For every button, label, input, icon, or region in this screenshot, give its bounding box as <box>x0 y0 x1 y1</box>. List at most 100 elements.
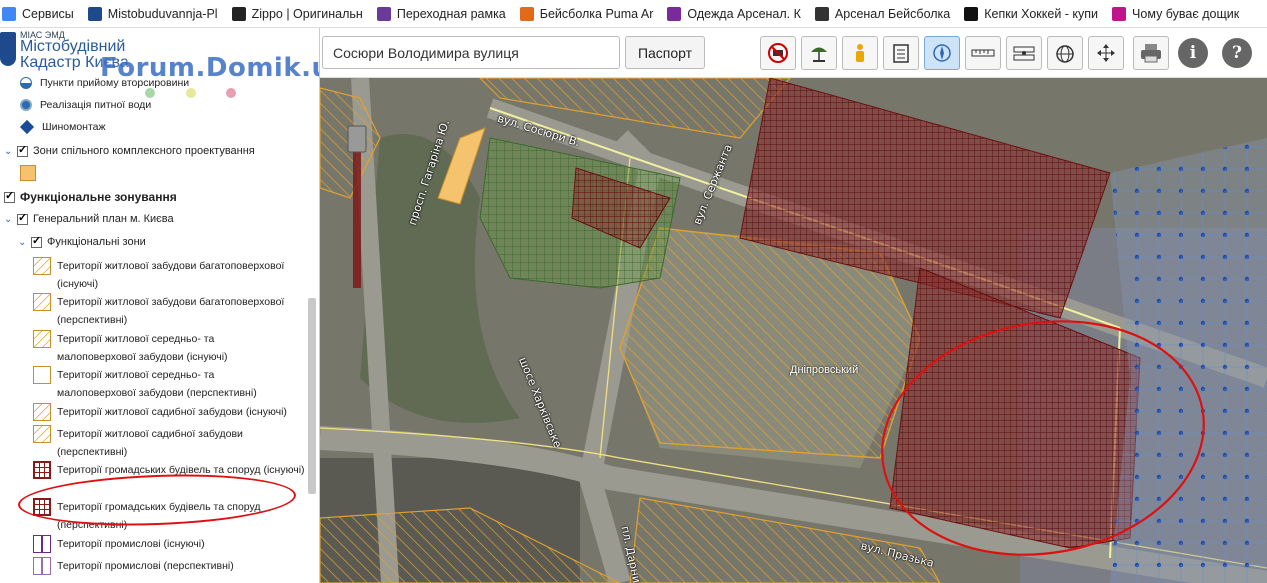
bookmark-label: Сервисы <box>22 6 74 21</box>
apps-grid-icon <box>2 6 16 21</box>
empty-swatch-icon <box>33 366 51 384</box>
bookmark-item[interactable]: Кепки Хоккей - купи <box>964 0 1099 27</box>
move-arrows-icon[interactable] <box>1088 36 1124 70</box>
zippo-logo-icon <box>231 6 246 21</box>
bookmark-label: Кепки Хоккей - купи <box>984 6 1099 21</box>
legend-item[interactable]: Території житлової садибної забудови (пе… <box>33 425 287 461</box>
puma-paw-icon <box>519 6 534 21</box>
tree-functional-zoning-label: Функціональне зонування <box>20 190 177 204</box>
printer-icon[interactable] <box>1133 36 1169 70</box>
recycling-point-icon <box>20 77 32 89</box>
soccer-ball-icon <box>814 6 829 21</box>
purple-square-icon <box>376 6 391 21</box>
legend-label: Території житлової садибної забудови (пе… <box>57 428 243 458</box>
diamond-icon <box>19 119 35 135</box>
residential-hatch-icon <box>33 293 51 311</box>
top-toolbar: Паспорт i ? <box>320 28 1267 78</box>
address-search-input[interactable] <box>322 36 620 69</box>
general-plan-checkbox[interactable] <box>17 211 28 225</box>
water-point-icon <box>20 99 32 111</box>
clipboard-icon[interactable] <box>883 36 919 70</box>
map-view[interactable]: вул. Сосюри В. вул. Сержанта просп. Гага… <box>320 78 1267 583</box>
legend-label: Території житлової забудови багатоповерх… <box>57 296 285 326</box>
f-logo-icon <box>964 6 979 21</box>
bookmark-item[interactable]: Переходная рамка <box>376 0 506 27</box>
beach-umbrella-icon[interactable] <box>801 36 837 70</box>
zoom-slider-track[interactable] <box>353 138 361 288</box>
legend-item[interactable]: Території промислові (перспективні) <box>33 557 319 575</box>
info-icon[interactable]: i <box>1178 38 1208 68</box>
chevron-down-icon[interactable]: ⌄ <box>18 237 28 248</box>
legend-label: Території житлової садибної забудови (іс… <box>57 406 287 418</box>
zone-swatch <box>20 165 36 181</box>
layer-item-water[interactable]: Реалізація питної води <box>20 96 151 114</box>
ruler-icon[interactable] <box>965 36 1001 70</box>
legend-label: Території промислові (перспективні) <box>57 560 234 572</box>
bookmark-item[interactable]: Zippo | Оригинальн <box>231 0 363 27</box>
measure-icon[interactable] <box>1006 36 1042 70</box>
functional-zoning-checkbox[interactable] <box>4 189 15 203</box>
bookmark-item[interactable]: Арсенал Бейсболка <box>814 0 951 27</box>
info-icon-label: i <box>1189 43 1197 63</box>
map-canvas[interactable] <box>320 78 1267 583</box>
residential-hatch-icon <box>33 403 51 421</box>
functional-zones-checkbox[interactable] <box>31 234 42 248</box>
tree-general-plan[interactable]: ⌄ Генеральний план м. Києва <box>4 211 174 226</box>
tree-functional-zones-label: Функціональні зони <box>47 236 146 248</box>
compass-icon[interactable] <box>924 36 960 70</box>
legend-item[interactable]: Території житлової середньо- та малопове… <box>33 366 287 402</box>
tree-zones-label: Зони спільного комплексного проектування <box>33 145 255 157</box>
bookmark-label: Одежда Арсенал. К <box>687 6 801 21</box>
residential-hatch-icon <box>33 257 51 275</box>
tree-functional-zones[interactable]: ⌄ Функціональні зони <box>18 234 146 249</box>
purple-game-icon <box>667 6 682 21</box>
person-icon[interactable] <box>842 36 878 70</box>
layer-item-label: Реалізація питної води <box>40 99 152 111</box>
legend-item[interactable]: Території житлової садибної забудови (іс… <box>33 403 319 421</box>
chevron-down-icon[interactable]: ⌄ <box>4 214 14 225</box>
industrial-hatch-icon <box>33 535 51 553</box>
tree-general-plan-label: Генеральний план м. Києва <box>33 213 174 225</box>
legend-item[interactable]: Території промислові (існуючі) <box>33 535 319 553</box>
bookmark-item[interactable]: Чому буває дощик <box>1112 0 1240 27</box>
bookmark-item[interactable]: Одежда Арсенал. К <box>667 0 801 27</box>
district-label: Дніпровський <box>790 364 859 376</box>
play-circle-icon <box>1112 6 1127 21</box>
bookmark-label: Чому буває дощик <box>1132 6 1240 21</box>
zoom-slider-handle[interactable] <box>347 125 367 153</box>
legend-item[interactable]: Території житлової забудови багатоповерх… <box>33 293 319 329</box>
bookmark-label: Бейсболка Puma Ar <box>539 6 654 21</box>
legend-item[interactable]: Території житлової забудови багатоповерх… <box>33 257 319 293</box>
forum-watermark: Forum.Domik.ua <box>100 53 319 83</box>
bookmark-item[interactable]: Бейсболка Puma Ar <box>519 0 654 27</box>
no-entry-icon[interactable] <box>760 36 796 70</box>
help-icon-label: ? <box>1232 43 1242 63</box>
bookmark-label: Арсенал Бейсболка <box>834 6 951 21</box>
bookmark-label: Mistobuduvannja-Pl <box>107 6 218 21</box>
zones-checkbox[interactable] <box>17 143 28 157</box>
kyiv-crest-icon <box>87 6 102 21</box>
layer-item-tire-service[interactable]: Шиномонтаж <box>19 118 106 136</box>
legend-label: Території житлової забудови багатоповерх… <box>57 260 285 290</box>
bookmark-label: Zippo | Оригинальн <box>251 6 363 21</box>
bookmark-item[interactable]: Сервисы <box>2 0 74 27</box>
layers-panel: МІАС ЭМД Містобудівний Кадастр Києва For… <box>0 28 320 583</box>
legend-label: Території промислові (існуючі) <box>57 538 205 550</box>
panel-scrollbar[interactable] <box>308 298 316 494</box>
legend-item[interactable]: Території житлової середньо- та малопове… <box>33 330 287 366</box>
legend-label: Території житлової середньо- та малопове… <box>57 369 257 399</box>
chevron-down-icon[interactable]: ⌄ <box>4 146 14 157</box>
globe-pin-icon[interactable] <box>1047 36 1083 70</box>
legend-label: Території житлової середньо- та малопове… <box>57 333 228 363</box>
industrial-hatch-icon <box>33 557 51 575</box>
bookmarks-bar: Сервисы Mistobuduvannja-Pl Zippo | Оригина… <box>0 0 1267 28</box>
passport-button[interactable]: Паспорт <box>625 36 705 69</box>
residential-hatch-icon <box>33 425 51 443</box>
grid-hatch-icon <box>33 461 51 479</box>
residential-hatch-icon <box>33 330 51 348</box>
bookmark-item[interactable]: Mistobuduvannja-Pl <box>87 0 218 27</box>
tree-functional-zoning[interactable]: Функціональне зонування <box>4 189 177 204</box>
tree-zones-group[interactable]: ⌄ Зони спільного комплексного проектуван… <box>4 143 255 158</box>
help-icon[interactable]: ? <box>1222 38 1252 68</box>
layer-item-label: Шиномонтаж <box>42 121 106 133</box>
